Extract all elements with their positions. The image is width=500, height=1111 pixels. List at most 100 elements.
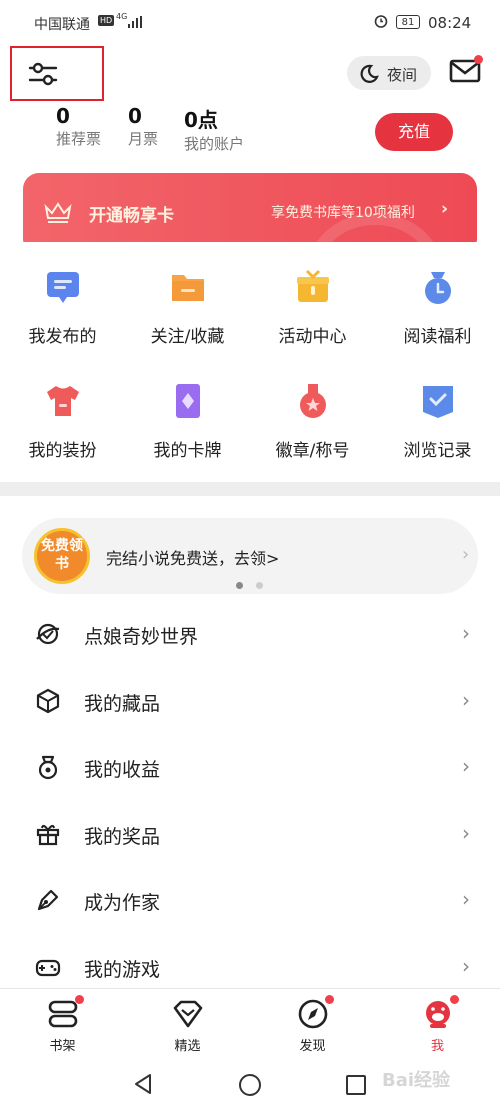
notification-dot (450, 995, 459, 1004)
status-bar: 中国联通 HD 4G 81 08:24 (0, 0, 500, 46)
chevron-right-icon: › (462, 688, 470, 712)
account-balance-value: 0点 (184, 108, 218, 132)
grid-item-label: 徽章/称号 (275, 441, 350, 461)
grid-item-browse-history[interactable]: 浏览记录 (375, 382, 500, 461)
crown-icon (44, 202, 72, 223)
menu-item-label: 点娘奇妙世界 (84, 626, 199, 648)
pen-icon (37, 889, 59, 911)
bottom-tab-bar: 书架 精选 发现 我 (0, 988, 500, 1057)
chat-icon (46, 272, 79, 303)
recharge-button[interactable]: 充值 (375, 113, 453, 151)
diamond-icon (173, 1000, 202, 1028)
monthly-ticket-label: 月票 (128, 130, 159, 148)
grid-item-label: 我的装扮 (28, 441, 97, 461)
feature-grid: 我发布的 关注/收藏 活动中心 阅读福利 我的装扮 我的卡牌 徽章/称号 浏览记… (0, 242, 500, 482)
notification-dot (75, 995, 84, 1004)
clock-time: 08:24 (428, 14, 472, 32)
recommend-ticket-label: 推荐票 (56, 130, 102, 148)
tab-featured[interactable]: 精选 (125, 989, 250, 1054)
watermark: Bai经验 (382, 1070, 451, 1091)
menu-item-my-collection[interactable]: 我的藏品 › (0, 668, 500, 734)
tab-me[interactable]: 我 (375, 989, 500, 1054)
back-icon[interactable] (132, 1072, 154, 1096)
chevron-right-icon: › (462, 544, 470, 565)
carousel-dot[interactable] (256, 582, 263, 589)
carrier-label: 中国联通 (34, 17, 90, 33)
monthly-ticket-stat[interactable]: 0 月票 (128, 104, 158, 149)
section-divider (0, 482, 500, 496)
notification-dot (474, 55, 483, 64)
grid-item-label: 活动中心 (278, 327, 347, 347)
vip-title: 开通畅享卡 (89, 206, 174, 226)
menu-item-my-prizes[interactable]: 我的奖品 › (0, 801, 500, 867)
grid-item-follow-collect[interactable]: 关注/收藏 (125, 268, 250, 347)
grid-item-my-posts[interactable]: 我发布的 (0, 268, 125, 347)
gift-icon (36, 824, 60, 846)
grid-item-badges-titles[interactable]: 徽章/称号 (250, 382, 375, 461)
chevron-right-icon: › (462, 821, 470, 845)
grid-item-my-outfit[interactable]: 我的装扮 (0, 382, 125, 461)
recents-icon[interactable] (345, 1074, 367, 1096)
chevron-right-icon: › (462, 621, 470, 645)
history-icon (422, 386, 453, 418)
signal-icon (128, 16, 142, 28)
menu-item-my-earnings[interactable]: 我的收益 › (0, 734, 500, 800)
home-icon[interactable] (238, 1073, 262, 1097)
tab-label: 我 (430, 1039, 444, 1054)
compass-icon (298, 999, 327, 1029)
hd-badge: HD (98, 15, 115, 26)
settings-button[interactable] (10, 46, 104, 101)
clock-bag-icon (424, 272, 451, 304)
alarm-icon (374, 15, 388, 28)
tab-label: 书架 (49, 1039, 76, 1054)
tab-label: 精选 (174, 1039, 201, 1054)
bookshelf-icon (48, 1000, 77, 1028)
free-novel-promo[interactable]: 免费领书 完结小说免费送，去领> › (22, 518, 478, 594)
profile-icon (425, 1001, 450, 1028)
recommend-ticket-stat[interactable]: 0 推荐票 (56, 104, 101, 149)
night-mode-button[interactable]: 夜间 (347, 56, 431, 90)
account-balance-label: 我的账户 (184, 135, 245, 153)
card-icon (175, 384, 200, 418)
night-mode-label: 夜间 (387, 66, 418, 84)
menu-item-label: 我的收益 (84, 759, 161, 781)
tab-discover[interactable]: 发现 (250, 989, 375, 1054)
grid-item-reading-rewards[interactable]: 阅读福利 (375, 268, 500, 347)
grid-item-label: 关注/收藏 (150, 327, 225, 347)
messages-button[interactable] (449, 55, 483, 86)
gift-box-icon (296, 269, 329, 302)
tab-label: 发现 (299, 1039, 326, 1054)
promo-text: 完结小说免费送，去领> (106, 549, 280, 568)
grid-item-label: 阅读福利 (403, 327, 472, 347)
menu-item-label: 我的游戏 (84, 959, 161, 981)
gamepad-icon (35, 959, 61, 977)
chevron-right-icon: › (462, 954, 470, 978)
grid-item-activity-center[interactable]: 活动中心 (250, 268, 375, 347)
notification-dot (325, 995, 334, 1004)
chevron-right-icon: › (462, 887, 470, 911)
account-balance-stat[interactable]: 0点 我的账户 (184, 104, 244, 154)
chevron-right-icon: › (462, 754, 470, 778)
cube-icon (36, 688, 60, 714)
free-books-badge: 免费领书 (34, 528, 90, 584)
menu-item-become-author[interactable]: 成为作家 › (0, 867, 500, 933)
money-bag-icon (38, 755, 58, 780)
moon-icon (360, 64, 379, 83)
grid-item-label: 我发布的 (28, 327, 97, 347)
battery-indicator: 81 (396, 15, 420, 29)
monthly-ticket-count: 0 (128, 104, 142, 128)
chevron-right-icon: › (441, 199, 449, 219)
menu-item-label: 成为作家 (84, 892, 161, 914)
grid-item-label: 浏览记录 (403, 441, 472, 461)
menu-item-dianniang-world[interactable]: 点娘奇妙世界 › (0, 601, 500, 667)
recommend-ticket-count: 0 (56, 104, 70, 128)
tab-bookshelf[interactable]: 书架 (0, 989, 125, 1054)
grid-item-label: 我的卡牌 (153, 441, 222, 461)
sliders-icon (28, 62, 58, 86)
carousel-dot-active[interactable] (236, 582, 243, 589)
menu-item-label: 我的藏品 (84, 693, 161, 715)
medal-icon (299, 384, 326, 418)
grid-item-my-cards[interactable]: 我的卡牌 (125, 382, 250, 461)
vip-benefit: 享免费书库等10项福利 (271, 205, 415, 221)
tshirt-icon (46, 386, 79, 416)
